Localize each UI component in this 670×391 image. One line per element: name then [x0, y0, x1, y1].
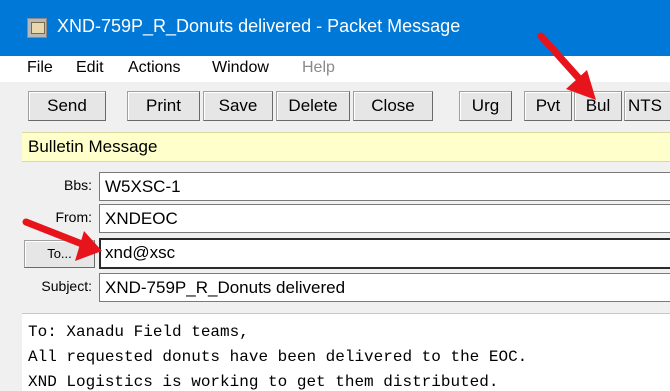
subject-field[interactable]: XND-759P_R_Donuts delivered	[99, 273, 670, 302]
menu-edit[interactable]: Edit	[76, 59, 104, 77]
title-bar[interactable]: XND-759P_R_Donuts delivered - Packet Mes…	[0, 0, 670, 56]
private-button[interactable]: Pvt	[524, 91, 572, 121]
to-button[interactable]: To...	[24, 240, 95, 268]
toolbar: Send Print Save Delete Close Urg Pvt Bul…	[0, 82, 670, 130]
from-field[interactable]: XNDEOC	[99, 204, 670, 233]
app-icon[interactable]	[27, 18, 47, 38]
bbs-field[interactable]: W5XSC-1	[99, 172, 670, 201]
menu-window[interactable]: Window	[212, 59, 269, 77]
message-type-banner: Bulletin Message	[22, 132, 670, 162]
save-button[interactable]: Save	[203, 91, 273, 121]
message-line: To: Xanadu Field teams,	[28, 323, 249, 341]
print-button[interactable]: Print	[127, 91, 200, 121]
bbs-label: Bbs:	[63, 177, 92, 193]
message-line: XND Logistics is working to get them dis…	[28, 373, 499, 391]
urgent-button[interactable]: Urg	[459, 91, 512, 121]
packet-message-window: XND-759P_R_Donuts delivered - Packet Mes…	[0, 0, 670, 391]
menu-file[interactable]: File	[27, 59, 53, 77]
nts-button[interactable]: NTS	[624, 91, 670, 121]
from-label: From:	[55, 209, 92, 225]
window-title: XND-759P_R_Donuts delivered - Packet Mes…	[57, 16, 461, 36]
menu-help[interactable]: Help	[302, 59, 335, 77]
menu-actions[interactable]: Actions	[128, 59, 180, 77]
message-line: All requested donuts have been delivered…	[28, 348, 528, 366]
message-body[interactable]: To: Xanadu Field teams, All requested don…	[22, 313, 670, 391]
bulletin-button[interactable]: Bul	[574, 91, 622, 121]
close-button[interactable]: Close	[353, 91, 433, 121]
send-button[interactable]: Send	[28, 91, 106, 121]
subject-label: Subject:	[41, 278, 92, 294]
to-field[interactable]: xnd@xsc	[99, 238, 670, 269]
menu-bar: File Edit Actions Window Help	[0, 56, 670, 82]
delete-button[interactable]: Delete	[276, 91, 350, 121]
